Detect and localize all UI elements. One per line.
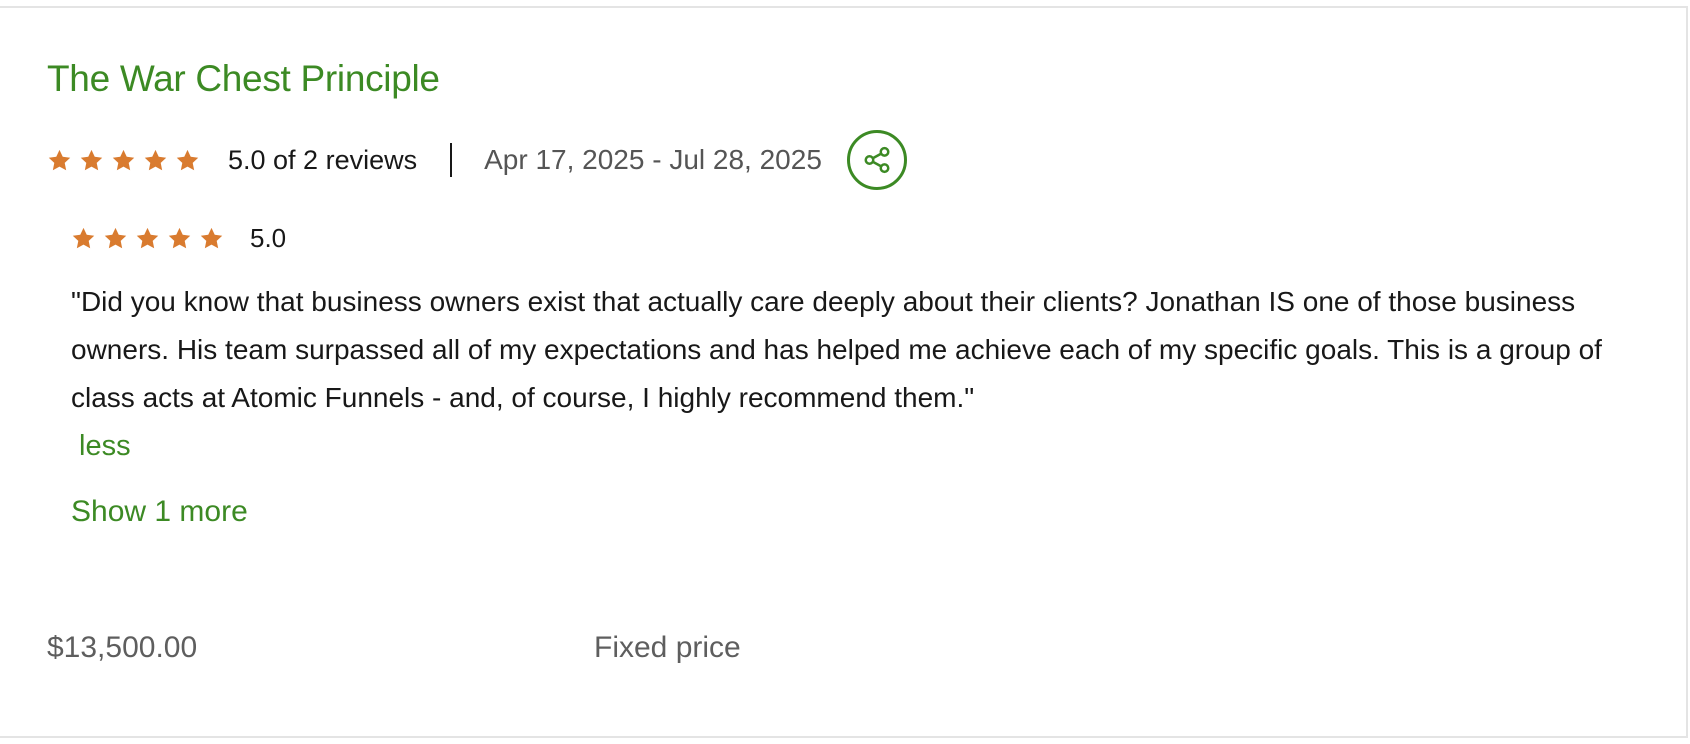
less-link[interactable]: less [79, 422, 1611, 470]
share-button[interactable] [846, 130, 907, 190]
show-more-link[interactable]: Show 1 more [71, 495, 248, 529]
review-text: "Did you know that business owners exist… [71, 286, 1602, 413]
review-item: 5.0 "Did you know that business owners e… [71, 218, 1611, 470]
star-icon [72, 227, 95, 248]
star-icon [136, 227, 159, 248]
project-rating-stars [47, 148, 200, 173]
project-price: $13,500.00 [47, 631, 198, 664]
rating-summary: 5.0 of 2 reviews [228, 144, 418, 175]
star-icon [176, 149, 199, 170]
star-icon [80, 149, 103, 170]
star-icon [48, 149, 71, 170]
divider [450, 143, 453, 177]
star-icon [104, 227, 127, 248]
star-icon [112, 149, 135, 170]
review-score: 5.0 [250, 222, 287, 253]
date-range: Apr 17, 2025 - Jul 28, 2025 [484, 144, 822, 175]
price-type: Fixed price [594, 631, 741, 664]
review-rating: 5.0 [71, 218, 1611, 258]
project-title[interactable]: The War Chest Principle [47, 58, 440, 100]
share-icon [864, 146, 890, 174]
review-rating-stars [71, 226, 224, 251]
star-icon [168, 227, 191, 248]
star-icon [144, 149, 167, 170]
star-icon [200, 227, 223, 248]
project-meta-row: 5.0 of 2 reviews Apr 17, 2025 - Jul 28, … [47, 130, 907, 190]
project-review-card: The War Chest Principle 5.0 of 2 reviews… [0, 6, 1688, 738]
